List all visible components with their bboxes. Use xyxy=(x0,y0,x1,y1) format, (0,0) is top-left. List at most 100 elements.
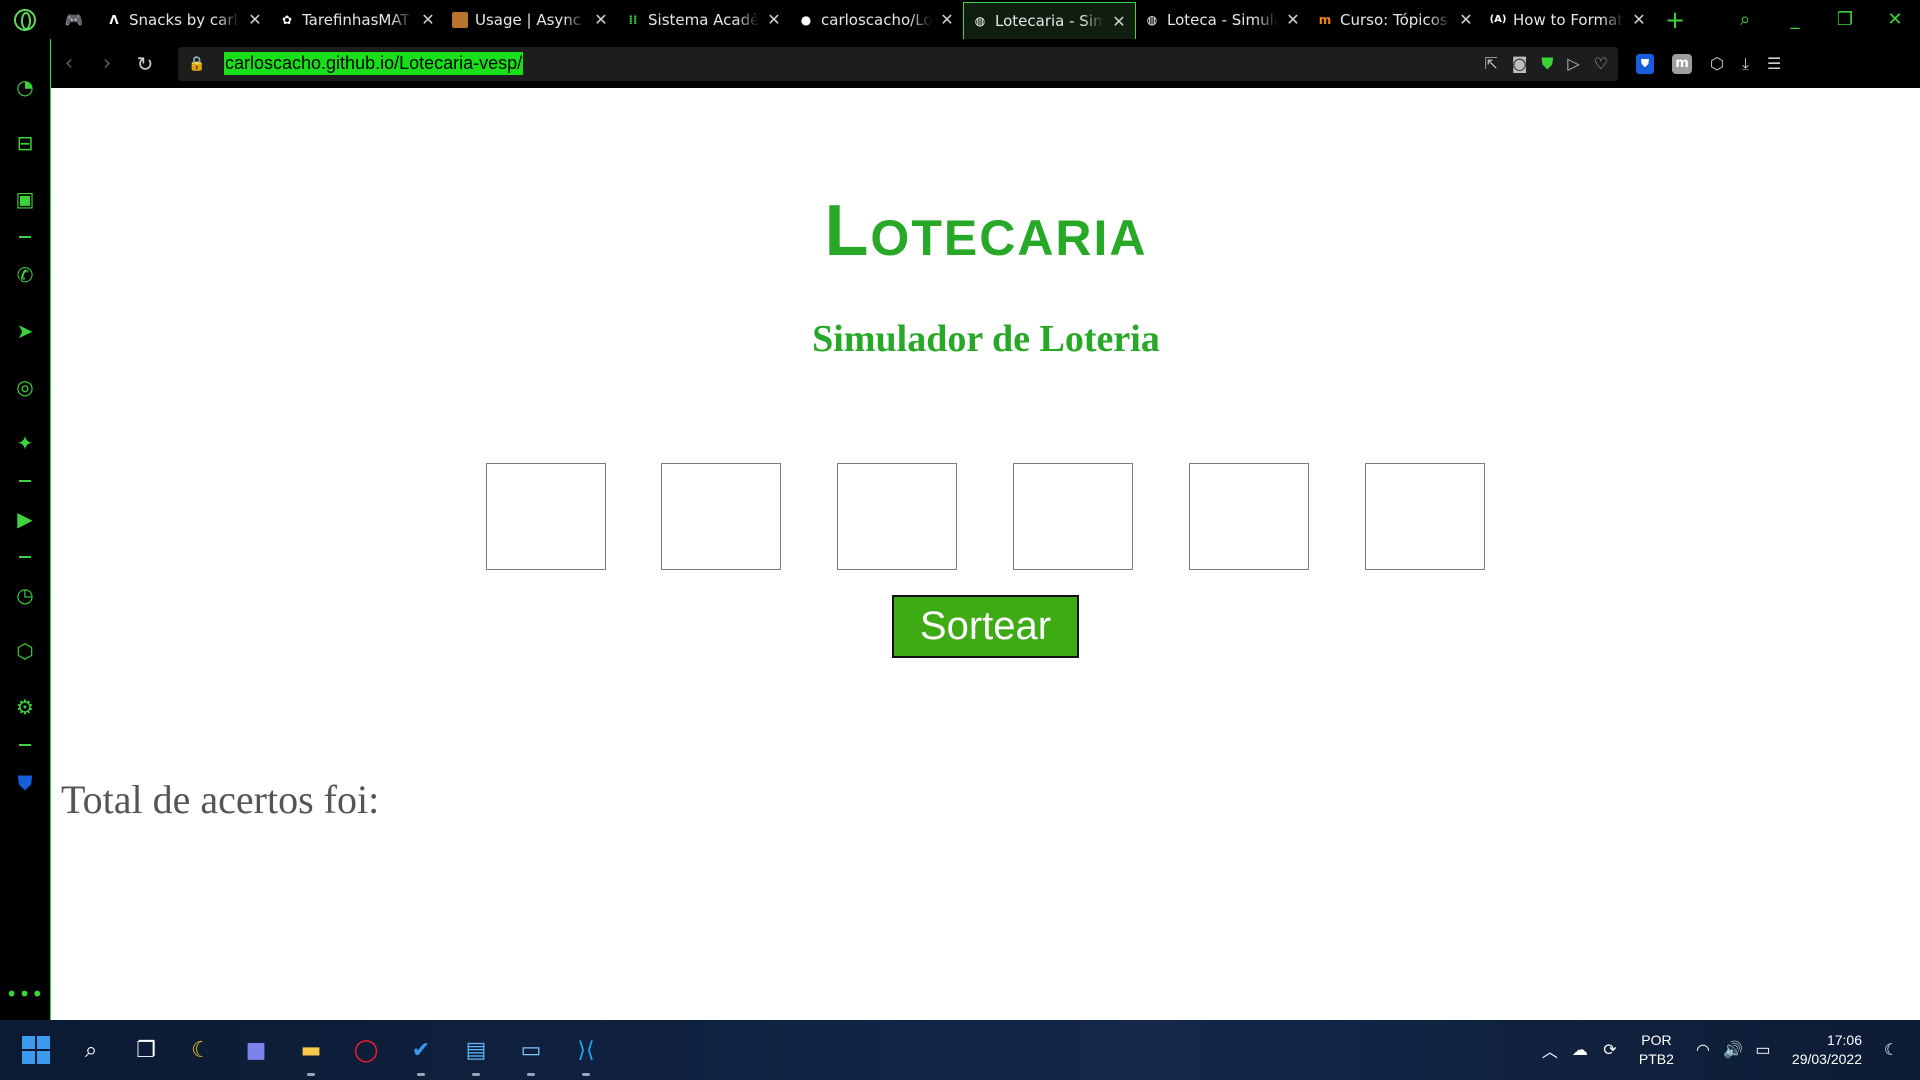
opera-browser-icon[interactable]: ◯ xyxy=(350,1034,382,1066)
onedrive-cloud-icon[interactable]: ☁ xyxy=(1565,1040,1595,1060)
language-indicator[interactable]: POR PTB2 xyxy=(1639,1031,1674,1069)
number-input-4[interactable] xyxy=(1013,463,1133,570)
tab-title: Curso: Tópicos Especiais xyxy=(1340,10,1451,29)
close-icon[interactable]: ✕ xyxy=(247,10,263,29)
web-page: Lotecaria Simulador de Loteria Sortear T… xyxy=(51,88,1920,1020)
tab[interactable]: m Curso: Tópicos Especiais ✕ xyxy=(1309,0,1482,39)
notepad-icon[interactable]: ▤ xyxy=(460,1034,492,1076)
bitwarden-icon[interactable]: ⛊ xyxy=(1636,53,1654,74)
send-icon[interactable]: ▷ xyxy=(1567,54,1579,74)
sync-icon[interactable]: ⟳ xyxy=(1595,1040,1625,1060)
tab[interactable]: ● carloscacho/Lotecaria ✕ xyxy=(790,0,963,39)
windows-start-icon[interactable] xyxy=(20,1034,52,1066)
whatsapp-icon[interactable]: ✆ xyxy=(0,247,50,303)
chevron-up-icon[interactable]: ︿ xyxy=(1535,1038,1565,1062)
search-tabs-icon[interactable]: ⌕ xyxy=(1720,9,1770,30)
tab[interactable]: ⁞⁞ Sistema Acadêmico ✕ xyxy=(617,0,790,39)
tab[interactable]: ◍ Loteca - Simulador ✕ xyxy=(1136,0,1309,39)
new-tab-button[interactable]: + xyxy=(1655,0,1695,39)
file-explorer-icon[interactable]: ▬ xyxy=(295,1034,327,1076)
number-input-1[interactable] xyxy=(486,463,606,570)
extension-m-icon[interactable]: m xyxy=(1672,53,1692,74)
adblock-shield-icon[interactable]: ⛊ xyxy=(1541,54,1553,74)
cube-icon[interactable]: ⬡ xyxy=(1710,54,1724,73)
number-input-2[interactable] xyxy=(661,463,781,570)
player-icon[interactable]: ▶ xyxy=(0,491,50,547)
close-icon[interactable]: ✕ xyxy=(1285,10,1301,29)
night-mode-icon[interactable]: ☾ xyxy=(185,1034,217,1066)
url-field[interactable]: 🔒 carloscacho.github.io/Lotecaria-vesp/ … xyxy=(178,46,1618,81)
teams-chat-icon[interactable]: ■ xyxy=(240,1034,272,1066)
easy-setup-icon[interactable]: ☰ xyxy=(1767,54,1781,73)
twitch-icon[interactable]: ▣ xyxy=(0,171,50,227)
heart-icon[interactable]: ♡ xyxy=(1594,54,1608,74)
result-label: Total de acertos foi: xyxy=(61,777,380,822)
close-icon[interactable]: ✕ xyxy=(766,10,782,29)
expo-icon: Λ xyxy=(109,12,119,27)
settings-icon[interactable]: ⚙ xyxy=(0,679,50,735)
close-window-button[interactable]: ✕ xyxy=(1870,9,1920,30)
extensions-cube-icon[interactable]: ⬡ xyxy=(0,623,50,679)
remote-desktop-icon[interactable]: ▭ xyxy=(515,1034,547,1076)
close-icon[interactable]: ✕ xyxy=(939,10,955,29)
camera-icon[interactable]: ◙ xyxy=(1512,54,1528,74)
opera-menu-button[interactable] xyxy=(0,0,50,39)
battery-icon[interactable]: ▭ xyxy=(1748,1040,1778,1060)
forward-button[interactable]: › xyxy=(88,51,126,76)
restore-button[interactable]: ❐ xyxy=(1820,9,1870,30)
more-options-icon[interactable]: ••• xyxy=(6,982,44,1006)
close-icon[interactable]: ✕ xyxy=(1458,10,1474,29)
url-actions: ⇱ ◙ ⛊ ▷ ♡ xyxy=(1484,54,1608,74)
tab[interactable]: ✿ TarefinhasMAT ✕ xyxy=(271,0,444,39)
url-text[interactable]: carloscacho.github.io/Lotecaria-vesp/ xyxy=(224,52,524,75)
volume-icon[interactable]: 🔊 xyxy=(1718,1040,1748,1060)
shopping-bag-icon[interactable]: ⊟ xyxy=(0,115,50,171)
instagram-icon[interactable]: ◎ xyxy=(0,359,50,415)
wifi-icon[interactable]: ◠ xyxy=(1688,1040,1718,1060)
tab-active[interactable]: ◍ Lotecaria - Simulador ✕ xyxy=(963,2,1136,39)
a-icon: (A) xyxy=(1489,14,1507,25)
share-icon[interactable]: ⇱ xyxy=(1484,54,1497,74)
clock[interactable]: 17:06 29/03/2022 xyxy=(1792,1031,1862,1069)
close-icon[interactable]: ✕ xyxy=(1631,10,1647,29)
number-input-5[interactable] xyxy=(1189,463,1309,570)
number-input-6[interactable] xyxy=(1365,463,1485,570)
tab-title: Lotecaria - Simulador xyxy=(995,12,1104,30)
sidebar: ◔ ⊟ ▣ ✆ ➤ ◎ ✦ ▶ ◷ ⬡ ⚙ ⛊ ••• xyxy=(0,39,50,1020)
sidebar-divider xyxy=(19,236,31,238)
search-icon[interactable]: ⌕ xyxy=(75,1034,107,1066)
opera-logo-icon xyxy=(14,8,36,31)
gamepad-icon[interactable]: 🎮 xyxy=(50,0,98,39)
draw-button[interactable]: Sortear xyxy=(892,595,1079,658)
focus-assist-icon[interactable]: ☾ xyxy=(1876,1040,1906,1060)
lock-icon: 🔒 xyxy=(188,55,206,72)
close-icon[interactable]: ✕ xyxy=(593,10,609,29)
tab-title: Snacks by carlos xyxy=(129,10,240,29)
extensions-bar: ⛊ m ⬡ ⤓ ☰ xyxy=(1636,53,1781,74)
close-icon[interactable]: ✕ xyxy=(420,10,436,29)
task-view-icon[interactable]: ❐ xyxy=(130,1034,162,1066)
vscode-icon[interactable]: ⟩⟨ xyxy=(570,1034,602,1076)
bitwarden-sidebar-icon[interactable]: ⛊ xyxy=(0,755,50,811)
globe-icon: ◍ xyxy=(1146,12,1158,27)
tab[interactable]: Λ Snacks by carlos ✕ xyxy=(98,0,271,39)
tab-title: Usage | Async Storage xyxy=(475,10,586,29)
window-controls: ⌕ _ ❐ ✕ xyxy=(1720,0,1920,39)
tab[interactable]: Usage | Async Storage ✕ xyxy=(444,0,617,39)
speed-dial-icon[interactable]: ◔ xyxy=(0,59,50,115)
twitter-icon[interactable]: ✦ xyxy=(0,415,50,471)
figma-icon: ✿ xyxy=(281,12,293,27)
minimize-button[interactable]: _ xyxy=(1770,9,1820,30)
tab-title: carloscacho/Lotecaria xyxy=(821,10,932,29)
tab[interactable]: (A) How to Format ✕ xyxy=(1482,0,1655,39)
history-icon[interactable]: ◷ xyxy=(0,567,50,623)
back-button[interactable]: ‹ xyxy=(50,51,88,76)
todo-icon[interactable]: ✔ xyxy=(405,1034,437,1076)
reload-button[interactable]: ↻ xyxy=(126,52,164,76)
telegram-icon[interactable]: ➤ xyxy=(0,303,50,359)
number-input-3[interactable] xyxy=(837,463,957,570)
close-icon[interactable]: ✕ xyxy=(1111,12,1127,31)
keyboard-layout: PTB2 xyxy=(1638,1051,1674,1067)
grid-icon: ⁞⁞ xyxy=(628,12,638,27)
download-icon[interactable]: ⤓ xyxy=(1742,54,1749,74)
